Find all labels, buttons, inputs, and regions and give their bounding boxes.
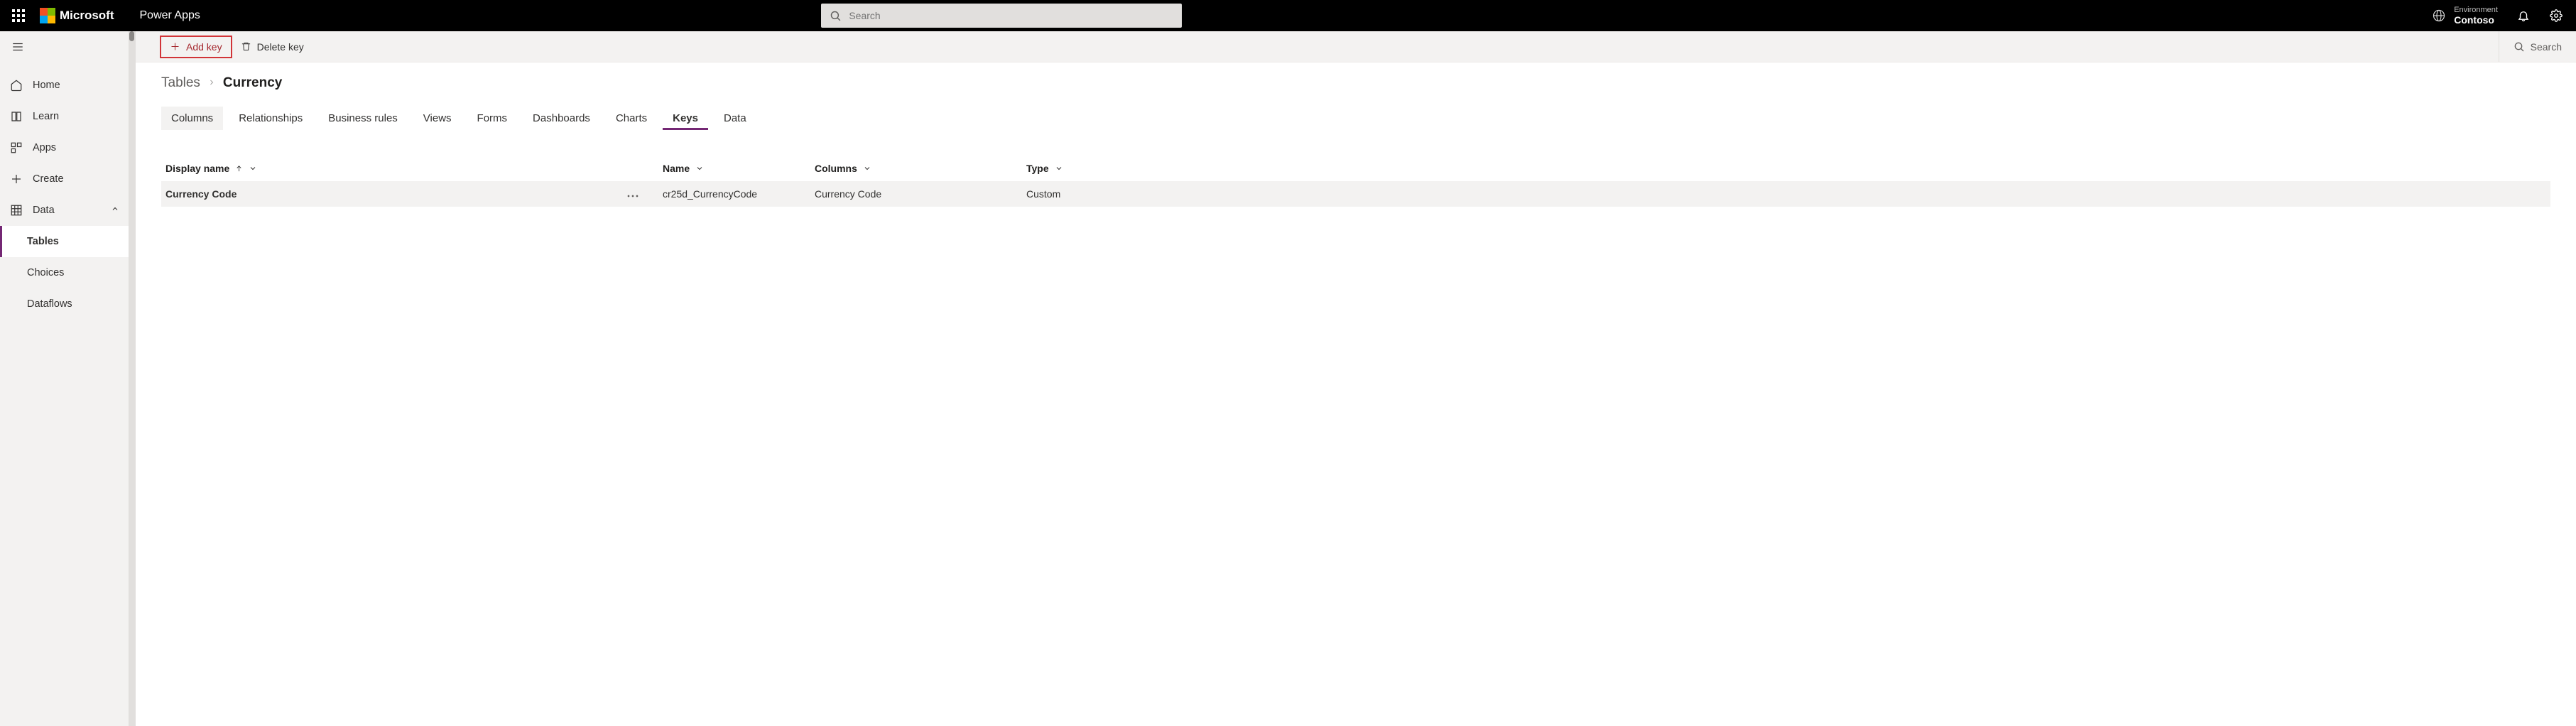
nav-learn[interactable]: Learn <box>0 101 135 132</box>
nav-choices[interactable]: Choices <box>0 257 135 288</box>
tab-columns[interactable]: Columns <box>161 107 223 130</box>
global-search-input[interactable] <box>849 10 1173 21</box>
global-search[interactable] <box>821 4 1182 28</box>
nav-data-label: Data <box>33 205 55 216</box>
nav-dataflows-label: Dataflows <box>27 298 72 310</box>
add-key-label: Add key <box>186 41 222 53</box>
home-icon <box>10 79 23 92</box>
microsoft-logo[interactable]: Microsoft <box>40 8 114 23</box>
nav-scrollbar-track[interactable] <box>129 31 135 726</box>
left-navigation: Home Learn Apps Create Data <box>0 31 136 726</box>
column-header-name[interactable]: Name <box>663 163 815 174</box>
breadcrumb: Tables Currency <box>161 75 2550 91</box>
notifications-button[interactable] <box>2508 0 2539 31</box>
column-header-type[interactable]: Type <box>1026 163 2550 174</box>
delete-key-label: Delete key <box>257 41 304 53</box>
tab-dashboards[interactable]: Dashboards <box>523 107 600 130</box>
tab-business-rules[interactable]: Business rules <box>318 107 408 130</box>
nav-tables[interactable]: Tables <box>0 226 135 257</box>
chevron-down-icon <box>695 164 704 173</box>
book-icon <box>10 110 23 123</box>
plus-icon <box>10 173 23 185</box>
header-columns-label: Columns <box>815 163 857 174</box>
nav-scrollbar-thumb[interactable] <box>129 31 134 41</box>
add-key-button[interactable]: Add key <box>160 36 232 58</box>
cell-name: cr25d_CurrencyCode <box>663 188 815 200</box>
breadcrumb-current: Currency <box>223 75 282 91</box>
tab-forms[interactable]: Forms <box>467 107 518 130</box>
environment-name: Contoso <box>2454 14 2498 26</box>
search-icon <box>2513 41 2525 53</box>
nav-home[interactable]: Home <box>0 70 135 101</box>
nav-dataflows[interactable]: Dataflows <box>0 288 135 320</box>
plus-icon <box>170 41 180 52</box>
search-icon <box>830 10 842 22</box>
nav-create-label: Create <box>33 173 64 185</box>
breadcrumb-root[interactable]: Tables <box>161 75 200 91</box>
trash-icon <box>241 41 251 52</box>
row-more-button[interactable] <box>627 188 663 200</box>
tab-views[interactable]: Views <box>413 107 462 130</box>
page-search[interactable]: Search <box>2499 31 2576 62</box>
brand-text: Microsoft <box>60 9 114 23</box>
nav-home-label: Home <box>33 80 60 91</box>
keys-table: Display name Name Columns Type <box>161 156 2550 207</box>
chevron-up-icon <box>111 205 119 216</box>
cell-type: Custom <box>1026 188 2550 200</box>
header-display-name-label: Display name <box>165 163 229 174</box>
tab-data[interactable]: Data <box>714 107 756 130</box>
apps-icon <box>10 141 23 154</box>
header-type-label: Type <box>1026 163 1049 174</box>
chevron-down-icon <box>1055 164 1063 173</box>
nav-data[interactable]: Data <box>0 195 135 226</box>
header-name-label: Name <box>663 163 690 174</box>
waffle-icon <box>12 9 25 22</box>
more-horizontal-icon <box>627 195 638 197</box>
page-search-label: Search <box>2531 41 2562 53</box>
microsoft-logo-icon <box>40 8 55 23</box>
environment-picker[interactable]: Environment Contoso <box>2424 3 2506 29</box>
app-launcher-button[interactable] <box>4 1 33 30</box>
nav-learn-label: Learn <box>33 111 59 122</box>
nav-tables-label: Tables <box>27 236 59 247</box>
nav-apps[interactable]: Apps <box>0 132 135 163</box>
chevron-down-icon <box>863 164 871 173</box>
chevron-right-icon <box>207 75 216 91</box>
chevron-down-icon <box>249 164 257 173</box>
environment-label: Environment <box>2454 6 2498 15</box>
column-header-columns[interactable]: Columns <box>815 163 1026 174</box>
sort-asc-icon <box>235 165 243 173</box>
delete-key-button[interactable]: Delete key <box>232 37 313 57</box>
table-grid-icon <box>10 204 23 217</box>
tab-relationships[interactable]: Relationships <box>229 107 313 130</box>
nav-create[interactable]: Create <box>0 163 135 195</box>
app-name: Power Apps <box>140 9 200 22</box>
cell-columns: Currency Code <box>815 188 1026 200</box>
tab-charts[interactable]: Charts <box>606 107 657 130</box>
cell-display-name: Currency Code <box>165 188 627 200</box>
tab-keys[interactable]: Keys <box>663 107 708 130</box>
table-row[interactable]: Currency Code cr25d_CurrencyCode Currenc… <box>161 181 2550 207</box>
settings-button[interactable] <box>2540 0 2572 31</box>
globe-icon <box>2433 9 2445 22</box>
nav-apps-label: Apps <box>33 142 56 153</box>
bell-icon <box>2517 9 2530 22</box>
nav-collapse-button[interactable] <box>0 31 135 63</box>
command-bar: Add key Delete key Search <box>136 31 2576 63</box>
nav-choices-label: Choices <box>27 267 64 278</box>
hamburger-icon <box>11 40 24 53</box>
gear-icon <box>2550 9 2563 22</box>
tabs: Columns Relationships Business rules Vie… <box>161 107 2550 130</box>
column-header-display-name[interactable]: Display name <box>165 163 627 174</box>
